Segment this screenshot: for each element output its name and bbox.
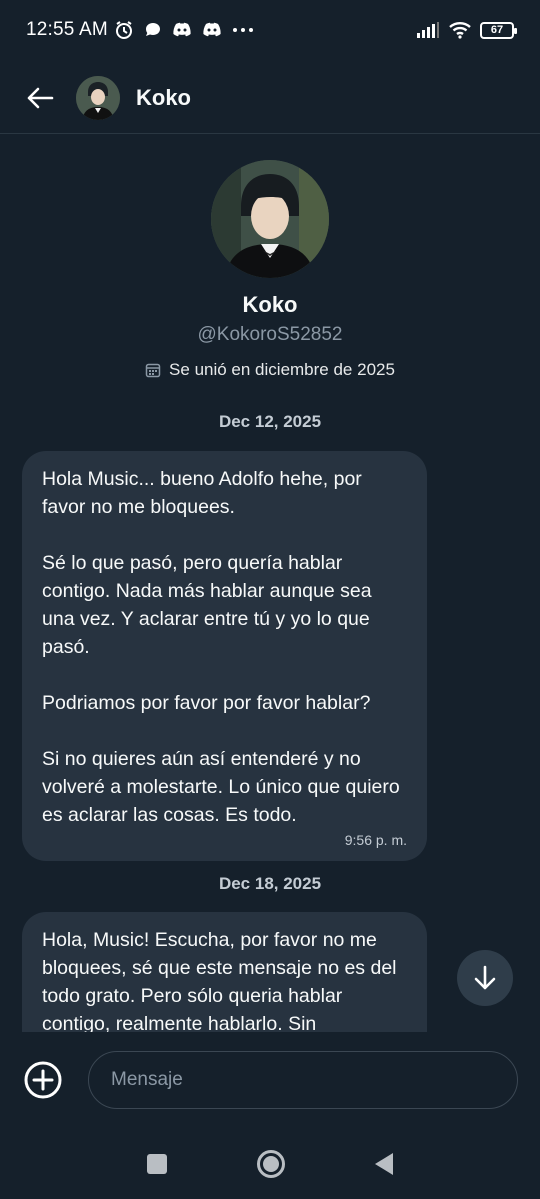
message-paragraph: Hola Music... bueno Adolfo hehe, por fav… [42, 468, 362, 518]
join-date-text: Se unió en diciembre de 2025 [169, 360, 395, 379]
message-paragraph: Sé lo que pasó, pero quería hablar conti… [42, 552, 372, 658]
conversation-header: Koko [0, 62, 540, 134]
join-date: Se unió en diciembre de 2025 [0, 360, 540, 380]
wifi-icon [449, 22, 471, 39]
message-timestamp: 9:56 p. m. [344, 832, 407, 848]
profile-avatar[interactable] [211, 160, 329, 278]
message-paragraph: Hola, Music! Escucha, por favor no me bl… [42, 929, 397, 1035]
message-bubble[interactable]: Hola Music... bueno Adolfo hehe, por fav… [22, 451, 427, 861]
chat-bubble-icon [145, 23, 160, 36]
profile-name: Koko [242, 292, 298, 317]
date-separator: Dec 12, 2025 [218, 412, 322, 431]
notification-icons [114, 20, 254, 40]
profile-picture-icon [76, 75, 120, 120]
profile-picture-icon [211, 160, 329, 278]
status-time: 12:55 AM [26, 19, 108, 40]
battery-indicator: 67 [480, 21, 517, 39]
add-media-button[interactable] [22, 1059, 64, 1101]
message-paragraph: Podriamos por favor por favor hablar? [42, 692, 371, 714]
signal-icon [417, 22, 439, 38]
message-paragraph: Si no quieres aún así entenderé y no vol… [42, 748, 400, 826]
calendar-icon [145, 363, 161, 378]
message-input[interactable] [88, 1051, 518, 1109]
home-button[interactable] [257, 1149, 285, 1178]
plus-circle-icon [24, 1061, 62, 1099]
more-dots-icon [232, 28, 253, 32]
arrow-down-icon [474, 965, 496, 990]
status-bar: 12:55 AM 67 [0, 0, 540, 60]
message-bubble[interactable]: Hola, Music! Escucha, por favor no me bl… [22, 912, 427, 1052]
discord-icon [203, 22, 221, 37]
system-back-button[interactable] [375, 1152, 393, 1175]
back-button[interactable] [24, 82, 56, 114]
avatar[interactable] [76, 75, 120, 120]
profile-summary: Koko @KokoroS52852 Se unió en diciembre … [0, 160, 540, 380]
message-composer [0, 1032, 540, 1128]
discord-icon [173, 22, 191, 37]
conversation-title[interactable]: Koko [136, 85, 191, 111]
alarm-icon [115, 21, 132, 39]
profile-handle: @KokoroS52852 [197, 324, 343, 345]
recent-apps-button[interactable] [147, 1153, 167, 1174]
arrow-left-icon [27, 87, 54, 108]
date-separator: Dec 18, 2025 [218, 874, 322, 893]
system-navigation-bar [0, 1128, 540, 1199]
scroll-to-bottom-button[interactable] [457, 950, 513, 1006]
system-icons: 67 [416, 21, 517, 39]
